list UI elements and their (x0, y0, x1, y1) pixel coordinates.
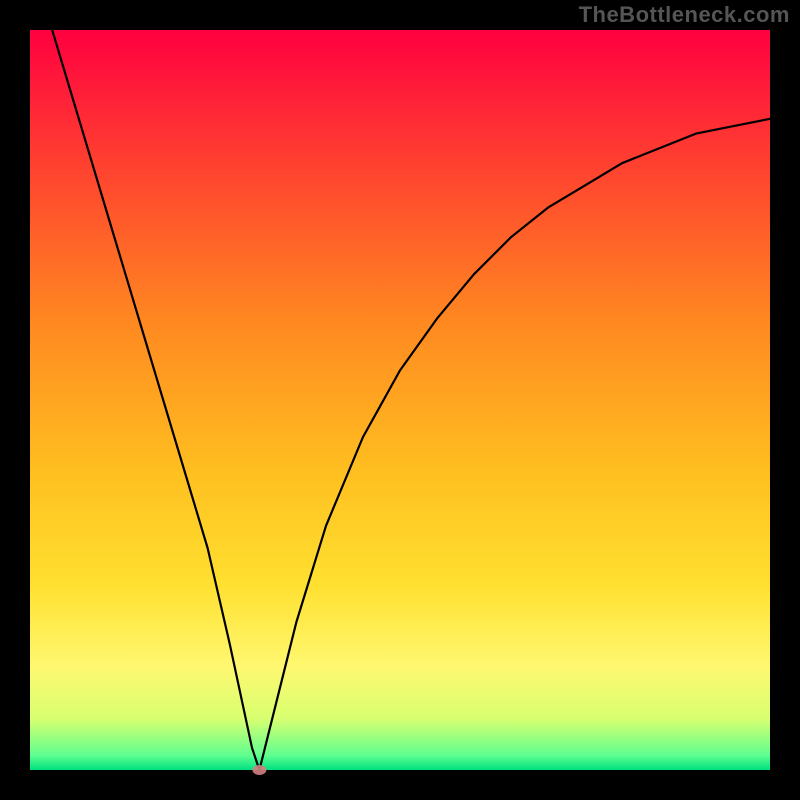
chart-frame: TheBottleneck.com (0, 0, 800, 800)
watermark-text: TheBottleneck.com (579, 2, 790, 28)
bottleneck-chart (0, 0, 800, 800)
optimal-point-marker (252, 765, 266, 775)
gradient-background (30, 30, 770, 770)
